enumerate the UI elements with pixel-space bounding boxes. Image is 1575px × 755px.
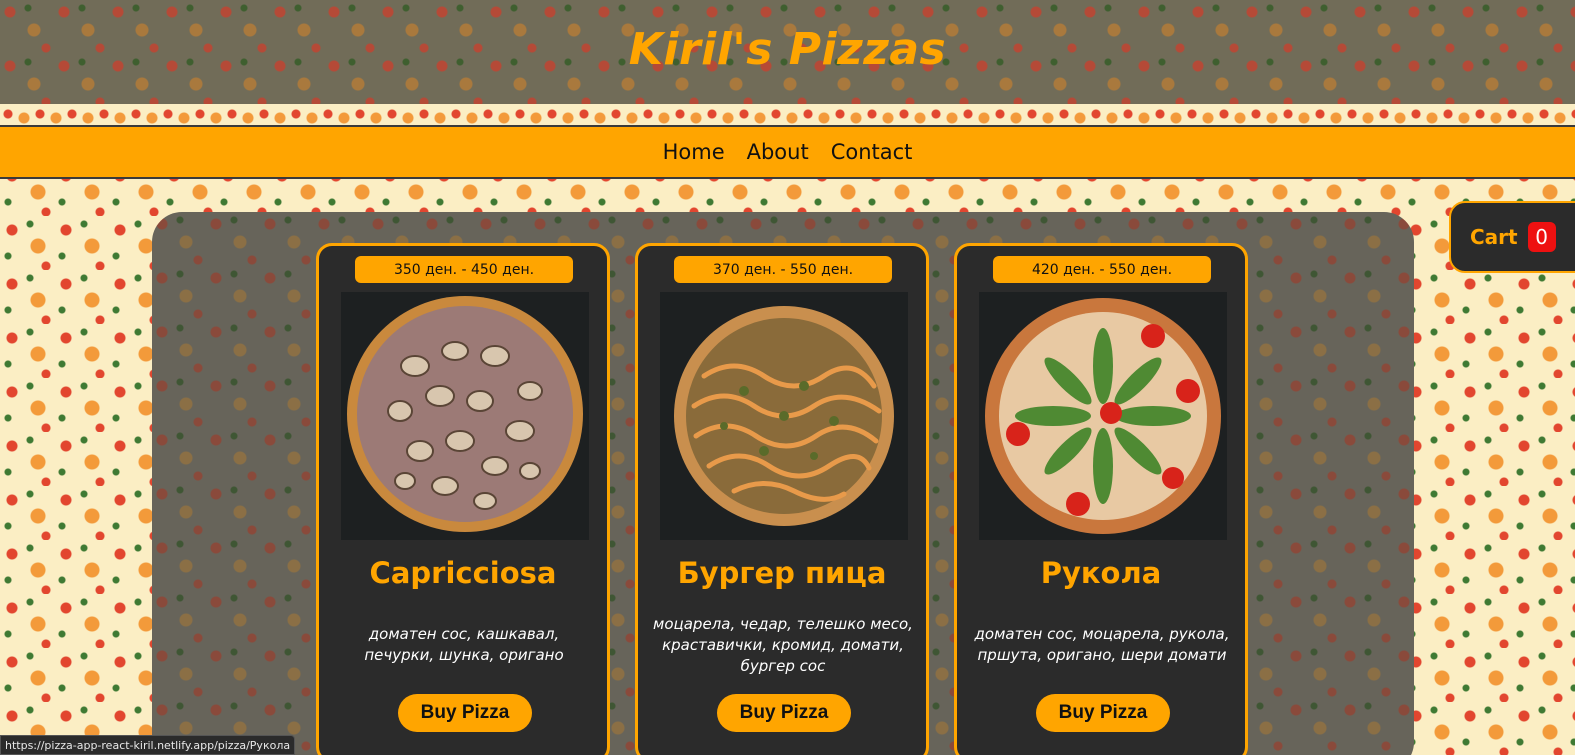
burger-pizza-image[interactable]: [660, 292, 908, 540]
site-header: Kiril's Pizzas: [0, 0, 1575, 104]
nav-link-contact[interactable]: Contact: [831, 140, 913, 164]
cart-label: Cart: [1470, 225, 1518, 249]
cart-button[interactable]: Cart 0: [1449, 201, 1575, 273]
price-tag: 350 ден. - 450 ден.: [355, 256, 573, 283]
pizza-description: моцарела, чедар, телешко месо, краставич…: [653, 615, 913, 675]
pizza-description: доматен сос, кашкавал, печурки, шунка, о…: [364, 625, 564, 664]
pizza-card[interactable]: 370 ден. - 550 ден. Бургер пица моцарела…: [635, 243, 929, 755]
rukola-pizza-image[interactable]: [979, 292, 1227, 540]
pizza-card[interactable]: 350 ден. - 450 ден. Capricciosa доматен …: [316, 243, 610, 755]
nav-link-about[interactable]: About: [747, 140, 809, 164]
cart-count-badge: 0: [1527, 222, 1556, 252]
header-divider-stripe: [0, 104, 1575, 126]
pizza-name: Рукола: [1040, 556, 1162, 590]
capricciosa-pizza-image[interactable]: [341, 292, 589, 540]
site-title: Kiril's Pizzas: [628, 23, 947, 75]
price-tag: 420 ден. - 550 ден.: [993, 256, 1211, 283]
buy-pizza-button[interactable]: Buy Pizza: [1036, 694, 1170, 732]
status-bar-url: https://pizza-app-react-kiril.netlify.ap…: [0, 735, 296, 755]
buy-pizza-button[interactable]: Buy Pizza: [398, 694, 532, 732]
pizza-name: Capricciosa: [369, 556, 557, 590]
price-tag: 370 ден. - 550 ден.: [674, 256, 892, 283]
buy-pizza-button[interactable]: Buy Pizza: [717, 694, 851, 732]
pizza-description: доматен сос, моцарела, рукола, пршута, о…: [974, 625, 1230, 664]
nav-link-home[interactable]: Home: [663, 140, 725, 164]
pizza-name: Бургер пица: [677, 556, 887, 590]
main-nav: Home About Contact: [0, 125, 1575, 179]
pizza-card[interactable]: 420 ден. - 550 ден. Рукола доматен сос,: [954, 243, 1248, 755]
